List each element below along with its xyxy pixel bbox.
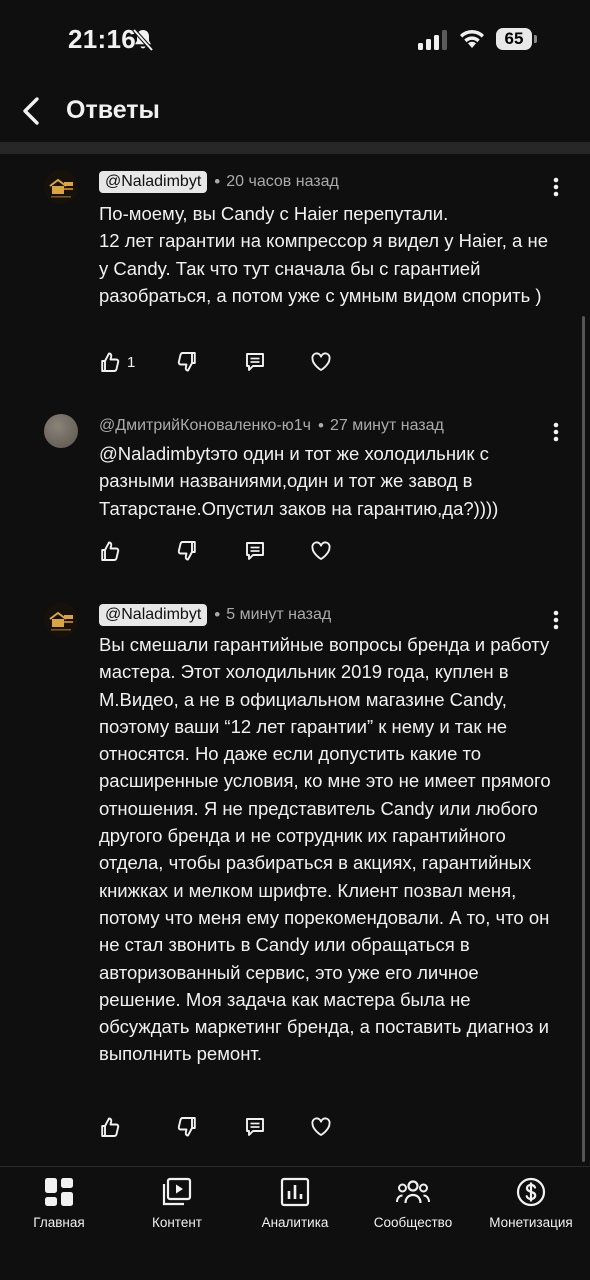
reply-icon bbox=[246, 1118, 264, 1136]
cellular-signal-icon bbox=[418, 30, 447, 50]
avatar[interactable] bbox=[44, 603, 78, 637]
header-divider bbox=[0, 142, 590, 154]
reply-button[interactable] bbox=[244, 540, 266, 562]
dislike-button[interactable] bbox=[176, 1116, 198, 1138]
avatar[interactable] bbox=[44, 170, 78, 204]
like-button[interactable] bbox=[99, 1116, 127, 1138]
wifi-icon bbox=[460, 29, 484, 48]
bottom-nav: Главная Контент Аналитика Сообщество Мон… bbox=[0, 1167, 590, 1280]
reply-button[interactable] bbox=[244, 1116, 266, 1138]
nav-item-content[interactable]: Контент bbox=[118, 1177, 236, 1230]
separator-dot: • bbox=[214, 605, 221, 624]
more-vert-icon[interactable] bbox=[546, 174, 566, 200]
nav-label: Аналитика bbox=[261, 1215, 329, 1230]
channel-logo-icon bbox=[49, 178, 73, 198]
like-button[interactable] bbox=[99, 540, 127, 562]
reply-icon bbox=[246, 542, 264, 560]
heart-button[interactable] bbox=[310, 351, 332, 373]
comment-text: По-моему, вы Candy с Haier перепутали. 1… bbox=[99, 203, 548, 306]
dollar-coin-icon bbox=[516, 1177, 546, 1207]
heart-icon bbox=[311, 1117, 331, 1136]
comment-header: @Naladimbyt • 5 минут назад bbox=[99, 603, 331, 627]
dislike-button[interactable] bbox=[176, 351, 198, 373]
nav-item-home[interactable]: Главная bbox=[0, 1177, 118, 1230]
comment-text: @Naladimbytэто один и тот же холодильник… bbox=[99, 443, 499, 519]
thumb-up-icon bbox=[101, 541, 120, 561]
comment-time: 5 минут назад bbox=[226, 606, 332, 623]
scrollbar[interactable] bbox=[582, 316, 585, 1162]
nav-label: Монетизация bbox=[489, 1215, 573, 1230]
bell-off-icon bbox=[132, 28, 154, 52]
nav-item-community[interactable]: Сообщество bbox=[354, 1177, 472, 1230]
community-people-icon bbox=[396, 1180, 430, 1204]
separator-dot: • bbox=[318, 416, 324, 435]
heart-icon bbox=[311, 541, 331, 560]
analytics-chart-icon bbox=[280, 1177, 310, 1207]
channel-logo-icon bbox=[49, 611, 73, 631]
reply-icon bbox=[246, 353, 264, 371]
author-name[interactable]: @Naladimbyt bbox=[99, 604, 208, 626]
nav-label: Главная bbox=[33, 1215, 85, 1230]
comment-time: 27 минут назад bbox=[329, 417, 444, 434]
chevron-left-icon[interactable] bbox=[20, 96, 44, 126]
heart-button[interactable] bbox=[310, 1116, 332, 1138]
comment-time: 20 часов назад bbox=[226, 173, 339, 190]
content-play-icon bbox=[162, 1177, 192, 1206]
author-name[interactable]: @Naladimbyt bbox=[99, 171, 208, 193]
page-title: Ответы bbox=[66, 96, 160, 124]
comment-header: @Naladimbyt • 20 часов назад bbox=[99, 170, 339, 194]
nav-item-analytics[interactable]: Аналитика bbox=[236, 1177, 354, 1230]
nav-label: Сообщество bbox=[373, 1215, 453, 1230]
thumb-down-icon bbox=[177, 541, 196, 561]
comment-header: @ДмитрийКоноваленко-ю1ч • 27 минут назад bbox=[99, 414, 444, 438]
battery-tip bbox=[534, 35, 537, 43]
author-name[interactable]: @ДмитрийКоноваленко-ю1ч bbox=[99, 417, 311, 435]
comment-text: Вы смешали гарантийные вопросы бренда и … bbox=[99, 634, 551, 1065]
app-header: Ответы bbox=[0, 80, 590, 142]
status-time: 21:16 bbox=[68, 24, 136, 54]
status-bar: 21:16 65 bbox=[0, 0, 590, 80]
separator-dot: • bbox=[214, 172, 221, 191]
reply-button[interactable] bbox=[244, 351, 266, 373]
thumb-down-icon bbox=[177, 1117, 196, 1137]
heart-button[interactable] bbox=[310, 540, 332, 562]
like-button[interactable]: 1 bbox=[99, 351, 135, 373]
thumb-up-icon bbox=[101, 352, 120, 372]
thumb-up-icon bbox=[101, 1117, 120, 1137]
nav-label: Контент bbox=[151, 1215, 202, 1230]
heart-icon bbox=[311, 352, 331, 371]
like-count: 1 bbox=[127, 353, 136, 371]
nav-item-monetization[interactable]: Монетизация bbox=[472, 1177, 590, 1230]
dislike-button[interactable] bbox=[176, 540, 198, 562]
home-grid-icon bbox=[45, 1178, 73, 1206]
avatar[interactable] bbox=[44, 414, 78, 448]
more-vert-icon[interactable] bbox=[546, 607, 566, 633]
battery-level: 65 bbox=[504, 29, 524, 48]
thumb-down-icon bbox=[177, 352, 196, 372]
battery-icon: 65 bbox=[496, 28, 532, 50]
